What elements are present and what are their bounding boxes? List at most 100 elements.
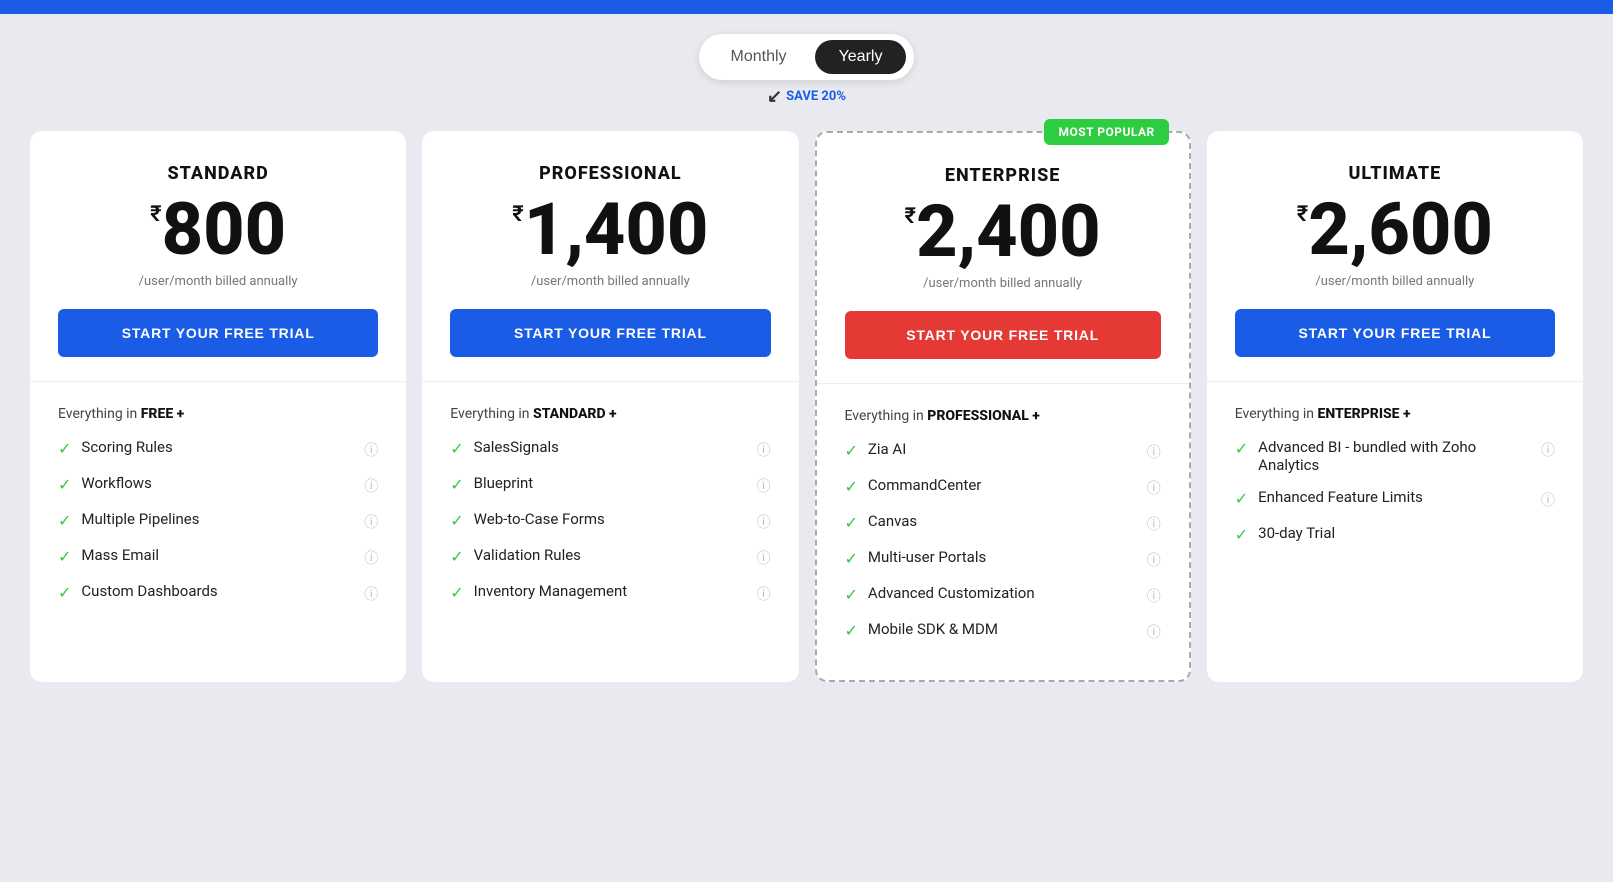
plan-card-standard: STANDARD ₹ 800 /user/month billed annual… bbox=[30, 131, 406, 682]
feature-text: Blueprint bbox=[474, 474, 747, 492]
cta-button-standard[interactable]: START YOUR FREE TRIAL bbox=[58, 309, 378, 357]
check-icon: ✓ bbox=[845, 585, 858, 604]
info-icon[interactable]: ⓘ bbox=[1147, 622, 1161, 642]
billing-note: /user/month billed annually bbox=[450, 274, 770, 289]
info-icon[interactable]: ⓘ bbox=[757, 512, 771, 532]
feature-text: Multi-user Portals bbox=[868, 548, 1137, 566]
yearly-toggle[interactable]: Yearly bbox=[815, 40, 907, 74]
plan-card-enterprise: MOST POPULAR ENTERPRISE ₹ 2,400 /user/mo… bbox=[815, 131, 1191, 682]
features-intro: Everything in PROFESSIONAL + bbox=[845, 408, 1161, 424]
save-badge: ↙ SAVE 20% bbox=[767, 86, 846, 107]
info-icon[interactable]: ⓘ bbox=[364, 512, 378, 532]
info-icon[interactable]: ⓘ bbox=[757, 584, 771, 604]
plan-features-professional: Everything in STANDARD + ✓ SalesSignals … bbox=[422, 382, 798, 682]
feature-text: Inventory Management bbox=[474, 582, 747, 600]
feature-item: ✓ Multiple Pipelines ⓘ bbox=[58, 510, 378, 532]
plan-price-enterprise: ₹ 2,400 bbox=[845, 196, 1161, 268]
plan-name-standard: STANDARD bbox=[58, 163, 378, 184]
feature-item: ✓ Custom Dashboards ⓘ bbox=[58, 582, 378, 604]
feature-item: ✓ Inventory Management ⓘ bbox=[450, 582, 770, 604]
feature-item: ✓ Advanced BI - bundled with Zoho Analyt… bbox=[1235, 438, 1555, 474]
plan-header-enterprise: ENTERPRISE ₹ 2,400 /user/month billed an… bbox=[817, 133, 1189, 384]
save-text: SAVE 20% bbox=[786, 89, 846, 104]
billing-note: /user/month billed annually bbox=[845, 276, 1161, 291]
info-icon[interactable]: ⓘ bbox=[757, 476, 771, 496]
monthly-toggle[interactable]: Monthly bbox=[707, 40, 811, 74]
features-intro: Everything in STANDARD + bbox=[450, 406, 770, 422]
price-amount: 2,400 bbox=[916, 196, 1101, 268]
price-amount: 800 bbox=[162, 194, 287, 266]
check-icon: ✓ bbox=[1235, 489, 1248, 508]
info-icon[interactable]: ⓘ bbox=[364, 584, 378, 604]
feature-text: Advanced Customization bbox=[868, 584, 1137, 602]
billing-note: /user/month billed annually bbox=[1235, 274, 1555, 289]
currency-symbol: ₹ bbox=[150, 204, 162, 226]
info-icon[interactable]: ⓘ bbox=[1541, 490, 1555, 510]
plan-header-ultimate: ULTIMATE ₹ 2,600 /user/month billed annu… bbox=[1207, 131, 1583, 382]
info-icon[interactable]: ⓘ bbox=[1147, 514, 1161, 534]
info-icon[interactable]: ⓘ bbox=[1147, 478, 1161, 498]
plans-grid: STANDARD ₹ 800 /user/month billed annual… bbox=[30, 131, 1583, 682]
plan-price-professional: ₹ 1,400 bbox=[450, 194, 770, 266]
plan-features-ultimate: Everything in ENTERPRISE + ✓ Advanced BI… bbox=[1207, 382, 1583, 682]
feature-text: Workflows bbox=[81, 474, 354, 492]
plan-name-professional: PROFESSIONAL bbox=[450, 163, 770, 184]
check-icon: ✓ bbox=[845, 477, 858, 496]
cta-button-ultimate[interactable]: START YOUR FREE TRIAL bbox=[1235, 309, 1555, 357]
info-icon[interactable]: ⓘ bbox=[757, 440, 771, 460]
plan-features-standard: Everything in FREE + ✓ Scoring Rules ⓘ ✓… bbox=[30, 382, 406, 682]
plan-header-standard: STANDARD ₹ 800 /user/month billed annual… bbox=[30, 131, 406, 382]
billing-toggle-pill: Monthly Yearly bbox=[699, 34, 915, 80]
check-icon: ✓ bbox=[450, 547, 463, 566]
billing-toggle-section: Monthly Yearly ↙ SAVE 20% bbox=[30, 34, 1583, 107]
features-intro: Everything in FREE + bbox=[58, 406, 378, 422]
feature-text: Mobile SDK & MDM bbox=[868, 620, 1137, 638]
feature-text: SalesSignals bbox=[474, 438, 747, 456]
feature-text: Advanced BI - bundled with Zoho Analytic… bbox=[1258, 438, 1531, 474]
check-icon: ✓ bbox=[1235, 439, 1248, 458]
info-icon[interactable]: ⓘ bbox=[757, 548, 771, 568]
check-icon: ✓ bbox=[450, 439, 463, 458]
features-intro: Everything in ENTERPRISE + bbox=[1235, 406, 1555, 422]
check-icon: ✓ bbox=[845, 513, 858, 532]
check-icon: ✓ bbox=[58, 511, 71, 530]
feature-item: ✓ Workflows ⓘ bbox=[58, 474, 378, 496]
plan-name-enterprise: ENTERPRISE bbox=[845, 165, 1161, 186]
info-icon[interactable]: ⓘ bbox=[364, 476, 378, 496]
plan-card-professional: PROFESSIONAL ₹ 1,400 /user/month billed … bbox=[422, 131, 798, 682]
plan-card-ultimate: ULTIMATE ₹ 2,600 /user/month billed annu… bbox=[1207, 131, 1583, 682]
info-icon[interactable]: ⓘ bbox=[364, 548, 378, 568]
feature-item: ✓ Zia AI ⓘ bbox=[845, 440, 1161, 462]
info-icon[interactable]: ⓘ bbox=[1147, 442, 1161, 462]
check-icon: ✓ bbox=[845, 549, 858, 568]
billing-note: /user/month billed annually bbox=[58, 274, 378, 289]
feature-item: ✓ Enhanced Feature Limits ⓘ bbox=[1235, 488, 1555, 510]
feature-item: ✓ Validation Rules ⓘ bbox=[450, 546, 770, 568]
feature-text: Enhanced Feature Limits bbox=[1258, 488, 1531, 506]
plan-header-professional: PROFESSIONAL ₹ 1,400 /user/month billed … bbox=[422, 131, 798, 382]
feature-item: ✓ Mobile SDK & MDM ⓘ bbox=[845, 620, 1161, 642]
feature-item: ✓ Canvas ⓘ bbox=[845, 512, 1161, 534]
top-bar bbox=[0, 0, 1613, 14]
info-icon[interactable]: ⓘ bbox=[1147, 586, 1161, 606]
plan-name-ultimate: ULTIMATE bbox=[1235, 163, 1555, 184]
cta-button-enterprise[interactable]: START YOUR FREE TRIAL bbox=[845, 311, 1161, 359]
currency-symbol: ₹ bbox=[905, 206, 917, 228]
most-popular-badge: MOST POPULAR bbox=[1044, 119, 1168, 145]
check-icon: ✓ bbox=[58, 439, 71, 458]
check-icon: ✓ bbox=[845, 441, 858, 460]
check-icon: ✓ bbox=[450, 583, 463, 602]
check-icon: ✓ bbox=[450, 511, 463, 530]
info-icon[interactable]: ⓘ bbox=[364, 440, 378, 460]
cta-button-professional[interactable]: START YOUR FREE TRIAL bbox=[450, 309, 770, 357]
check-icon: ✓ bbox=[58, 583, 71, 602]
plan-price-ultimate: ₹ 2,600 bbox=[1235, 194, 1555, 266]
check-icon: ✓ bbox=[845, 621, 858, 640]
price-amount: 2,600 bbox=[1308, 194, 1493, 266]
feature-item: ✓ Blueprint ⓘ bbox=[450, 474, 770, 496]
info-icon[interactable]: ⓘ bbox=[1541, 440, 1555, 460]
info-icon[interactable]: ⓘ bbox=[1147, 550, 1161, 570]
feature-item: ✓ 30-day Trial bbox=[1235, 524, 1555, 544]
feature-item: ✓ Multi-user Portals ⓘ bbox=[845, 548, 1161, 570]
feature-text: Custom Dashboards bbox=[81, 582, 354, 600]
